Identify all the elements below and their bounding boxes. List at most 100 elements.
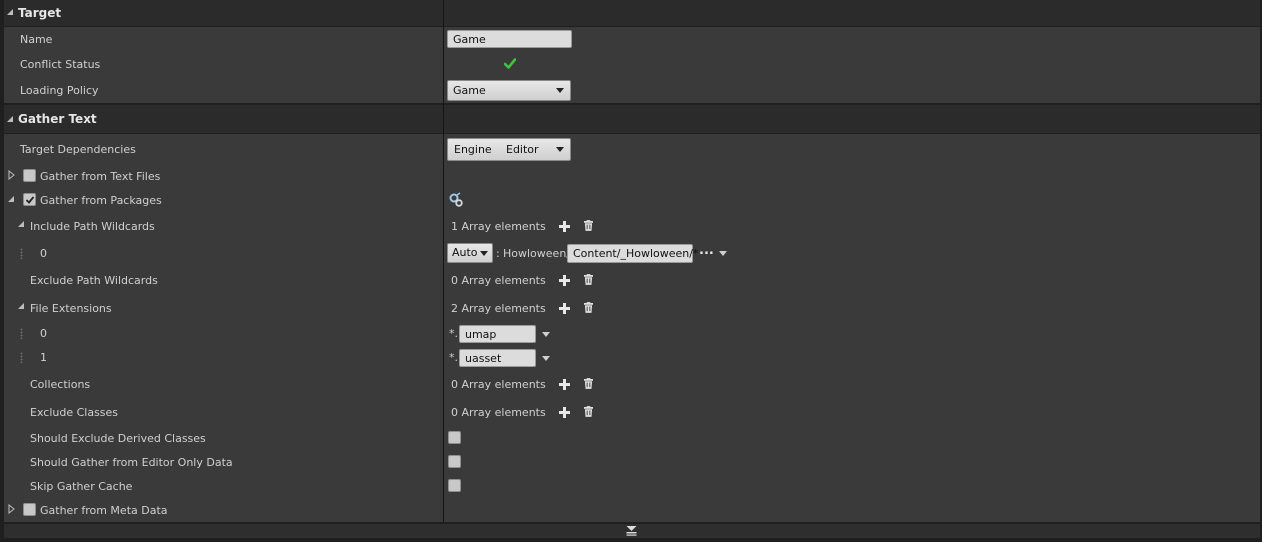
- path-type-dropdown[interactable]: Auto: [447, 243, 493, 263]
- element-index: 1: [40, 351, 47, 364]
- include-path-wildcards-label: Include Path Wildcards: [30, 220, 155, 233]
- expand-arrow-icon[interactable]: [18, 303, 24, 309]
- row-skip-gather-cache: Skip Gather Cache: [4, 474, 1260, 498]
- row-exclude-path-wildcards: Exclude Path Wildcards 0 Array elements: [4, 267, 1260, 294]
- add-element-icon[interactable]: [558, 274, 571, 287]
- separator-colon: :: [496, 247, 500, 260]
- extension-prefix: *.: [449, 351, 458, 364]
- target-dependencies-dropdown[interactable]: Engine Editor: [447, 138, 571, 161]
- category-gather-text[interactable]: Gather Text: [4, 105, 1260, 133]
- conflict-status-label: Conflict Status: [20, 58, 101, 71]
- trash-icon[interactable]: [584, 406, 593, 417]
- extension-input[interactable]: uasset: [459, 349, 536, 367]
- chevron-down-icon: [480, 251, 488, 256]
- trash-icon[interactable]: [584, 302, 593, 313]
- loading-policy-value: Game: [453, 84, 486, 97]
- category-title: Target: [18, 6, 62, 20]
- row-gather-editor-only: Should Gather from Editor Only Data: [4, 450, 1260, 474]
- details-panel: Target Name Game Conflict Status Loading…: [0, 0, 1262, 542]
- trash-icon[interactable]: [584, 378, 593, 389]
- expand-advanced-icon[interactable]: [626, 525, 637, 536]
- skip-gather-cache-checkbox[interactable]: [448, 479, 461, 492]
- skip-gather-cache-label: Skip Gather Cache: [30, 480, 133, 493]
- expand-arrow-icon[interactable]: [7, 116, 13, 122]
- gather-text-files-label: Gather from Text Files: [40, 170, 161, 183]
- name-input[interactable]: Game: [447, 30, 572, 48]
- category-title: Gather Text: [18, 112, 97, 126]
- exclude-derived-checkbox[interactable]: [448, 431, 461, 444]
- drag-handle-icon[interactable]: [20, 248, 23, 259]
- collections-count: 0 Array elements: [451, 378, 546, 391]
- row-exclude-derived: Should Exclude Derived Classes: [4, 426, 1260, 450]
- row-file-extensions: File Extensions 2 Array elements: [4, 294, 1260, 322]
- chevron-down-icon: [556, 88, 564, 93]
- add-element-icon[interactable]: [558, 220, 571, 233]
- path-input[interactable]: Content/_Howloween/*: [567, 244, 698, 263]
- gather-text-files-checkbox[interactable]: [23, 169, 36, 182]
- row-loading-policy: Loading Policy Game: [4, 77, 1260, 103]
- chevron-down-icon: [556, 147, 564, 152]
- add-element-icon[interactable]: [558, 406, 571, 419]
- row-gather-meta-data: Gather from Meta Data: [4, 498, 1260, 522]
- row-file-extension-1: 1 *. uasset: [4, 346, 1260, 370]
- row-gather-packages: Gather from Packages: [4, 188, 1260, 212]
- target-dependencies-label: Target Dependencies: [20, 143, 136, 156]
- add-element-icon[interactable]: [558, 378, 571, 391]
- gather-editor-only-label: Should Gather from Editor Only Data: [30, 456, 233, 469]
- file-extensions-count: 2 Array elements: [451, 302, 546, 315]
- exclude-path-wildcards-label: Exclude Path Wildcards: [30, 274, 158, 287]
- row-name: Name Game: [4, 27, 1260, 52]
- name-label: Name: [20, 33, 53, 46]
- file-extensions-label: File Extensions: [30, 302, 112, 315]
- category-target[interactable]: Target: [4, 0, 1260, 26]
- gather-packages-checkbox[interactable]: [23, 193, 36, 206]
- dependency-engine: Engine: [454, 143, 492, 156]
- loading-policy-label: Loading Policy: [20, 84, 99, 97]
- chevron-down-icon[interactable]: [542, 332, 550, 337]
- path-root: Howloween/: [503, 247, 570, 260]
- row-file-extension-0: 0 *. umap: [4, 322, 1260, 346]
- row-include-path-wildcards: Include Path Wildcards 1 Array elements: [4, 212, 1260, 240]
- expand-arrow-icon[interactable]: [8, 196, 14, 202]
- drag-handle-icon[interactable]: [20, 328, 23, 339]
- path-type-value: Auto: [452, 246, 478, 259]
- loading-policy-dropdown[interactable]: Game: [447, 80, 571, 101]
- collapsed-arrow-icon[interactable]: [8, 504, 15, 514]
- gather-meta-data-checkbox[interactable]: [23, 503, 36, 516]
- extension-prefix: *.: [449, 327, 458, 340]
- trash-icon[interactable]: [584, 220, 593, 231]
- row-exclude-classes: Exclude Classes 0 Array elements: [4, 398, 1260, 426]
- collapsed-arrow-icon[interactable]: [8, 170, 15, 180]
- advanced-expander-bar[interactable]: [4, 524, 1260, 538]
- add-element-icon[interactable]: [558, 302, 571, 315]
- row-target-dependencies: Target Dependencies Engine Editor: [4, 134, 1260, 164]
- dependency-editor: Editor: [506, 143, 539, 156]
- row-conflict-status: Conflict Status: [4, 52, 1260, 77]
- gear-settings-icon[interactable]: [448, 192, 464, 208]
- green-check-icon: [504, 58, 516, 69]
- gather-packages-label: Gather from Packages: [40, 194, 162, 207]
- extension-input[interactable]: umap: [459, 325, 536, 343]
- row-include-element-0: 0 Auto : Howloween/ Content/_Howloween/*…: [4, 240, 1260, 267]
- expand-arrow-icon[interactable]: [18, 221, 24, 227]
- exclude-classes-count: 0 Array elements: [451, 406, 546, 419]
- trash-icon[interactable]: [584, 274, 593, 285]
- checkmark-icon: [25, 196, 35, 204]
- exclude-array-count: 0 Array elements: [451, 274, 546, 287]
- gather-editor-only-checkbox[interactable]: [448, 455, 461, 468]
- drag-handle-icon[interactable]: [20, 352, 23, 363]
- column-divider[interactable]: [443, 0, 444, 522]
- element-index: 0: [40, 327, 47, 340]
- include-array-count: 1 Array elements: [451, 220, 546, 233]
- collections-label: Collections: [30, 378, 91, 391]
- element-index: 0: [40, 247, 47, 260]
- gather-meta-data-label: Gather from Meta Data: [40, 504, 168, 517]
- browse-button[interactable]: ...: [699, 243, 714, 258]
- row-collections: Collections 0 Array elements: [4, 370, 1260, 398]
- chevron-down-icon[interactable]: [542, 356, 550, 361]
- exclude-classes-label: Exclude Classes: [30, 406, 119, 419]
- expand-arrow-icon[interactable]: [7, 9, 13, 15]
- row-gather-text-files: Gather from Text Files: [4, 164, 1260, 188]
- exclude-derived-label: Should Exclude Derived Classes: [30, 432, 206, 445]
- chevron-down-icon[interactable]: [719, 251, 727, 256]
